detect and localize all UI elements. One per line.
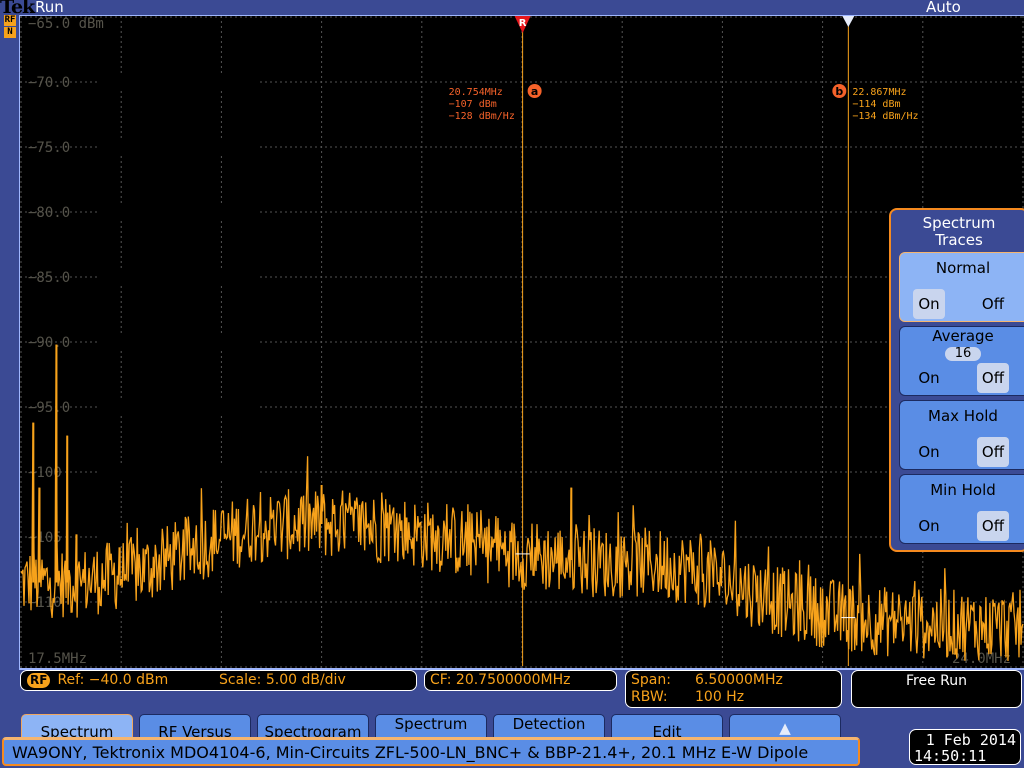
rf-channel-badge[interactable]: RF [4,15,16,26]
spectrum-plot: −65.0 dBm −70.0 −75.0 −80.0 −85.0 −90.0 −95.0 −… [19,15,1024,670]
menu-title: Spectrum Traces [891,215,1024,249]
marker-b-pointer-icon[interactable] [842,16,855,27]
normal-label: Normal [935,259,991,277]
trigger-status-box[interactable]: Free Run [851,670,1022,708]
x-start-label: 17.5MHz [28,651,87,667]
ref-level: Ref: −40.0 dBm [57,672,169,688]
screen-annotation-note[interactable]: WA9ONY, Tektronix MDO4104-6, Min-Circuit… [2,737,860,766]
y-tick-label: −75.0 [28,140,70,156]
y-tick-label: −110 [28,595,62,611]
tab-label: Spectrum [394,715,468,733]
y-tick-label: −80.0 [28,205,70,221]
min-hold-off-option[interactable]: Off [977,511,1009,541]
up-arrow-icon: ▲ [779,719,791,737]
normal-off-option[interactable]: Off [977,289,1009,319]
y-tick-label: −90.0 [28,335,70,351]
normal-on-option[interactable]: On [913,289,945,319]
normal-trace-toggle[interactable]: Normal On Off [899,252,1024,322]
max-hold-off-option[interactable]: Off [977,437,1009,467]
marker-a-density: −128 dBm/Hz [449,111,515,122]
scale-value: Scale: 5.00 dB/div [219,672,346,688]
run-state: Run [35,0,64,16]
tab-label: Detection [512,715,586,733]
time: 14:50:11 [914,747,987,765]
average-on-option[interactable]: On [913,363,945,393]
top-status-bar: Tek Run Auto [0,0,1024,18]
label-bg [100,334,260,350]
label-bg [100,399,260,415]
marker-b-frequency: 22.867MHz [852,87,906,98]
max-hold-on-option[interactable]: On [913,437,945,467]
label-bg [100,139,260,155]
marker-b-badge-label: b [835,85,843,98]
y-tick-label: −95.0 [28,400,70,416]
label-bg [100,204,260,220]
trigger-status: Free Run [905,673,967,689]
marker-b-density: −134 dBm/Hz [852,111,918,122]
marker-b-power: −114 dBm [852,99,900,110]
min-hold-label: Min Hold [930,481,996,499]
spectrum-chart: −65.0 dBm −70.0 −75.0 −80.0 −85.0 −90.0 −95.0 −… [20,16,1024,668]
span-label: Span: [631,672,671,688]
average-label: Average [932,327,994,345]
marker-a-frequency: 20.754MHz [449,87,503,98]
y-tick-label: −85.0 [28,270,70,286]
y-axis-labels: −65.0 dBm −70.0 −75.0 −80.0 −85.0 −90.0 −95.0 −… [28,16,260,611]
rf-badge: RF [27,673,51,688]
menu-title-line2: Traces [935,231,983,249]
average-count[interactable]: 16 [945,347,981,361]
y-tick-label: −65.0 dBm [28,16,104,32]
average-trace-toggle[interactable]: Average 16 On Off [899,326,1024,396]
y-tick-label: −70.0 [28,75,70,91]
normal-trace-badge: N [4,27,16,38]
rbw-label: RBW: [631,689,668,705]
max-hold-label: Max Hold [928,407,998,425]
label-bg [100,269,260,285]
menu-title-line1: Spectrum [922,214,996,232]
center-frequency: CF: 20.7500000MHz [430,672,571,688]
min-hold-toggle[interactable]: Min Hold On Off [899,474,1024,544]
marker-a-badge-label: a [531,85,538,98]
label-bg [100,74,260,90]
date: 1 Feb 2014 [925,731,1016,749]
x-end-label: 24.0MHz [952,651,1011,667]
max-hold-toggle[interactable]: Max Hold On Off [899,400,1024,470]
reference-marker-label: R [519,18,527,29]
average-off-option[interactable]: Off [977,363,1009,393]
span-rbw-box[interactable]: Span: 6.50000MHz RBW: 100 Hz [625,670,842,708]
reference-level-box[interactable]: RF Ref: −40.0 dBm Scale: 5.00 dB/div [20,670,417,691]
span-value: 6.50000MHz [695,672,783,688]
trigger-mode: Auto [926,0,961,16]
label-bg [100,464,260,480]
rbw-value: 100 Hz [695,689,745,705]
min-hold-on-option[interactable]: On [913,511,945,541]
spectrum-traces-menu: Spectrum Traces Normal On Off Average 16… [889,208,1024,552]
label-bg [100,594,260,610]
center-frequency-box[interactable]: CF: 20.7500000MHz [424,670,617,691]
date-time-display: 1 Feb 2014 14:50:11 [909,729,1021,765]
marker-a-power: −107 dBm [449,99,497,110]
